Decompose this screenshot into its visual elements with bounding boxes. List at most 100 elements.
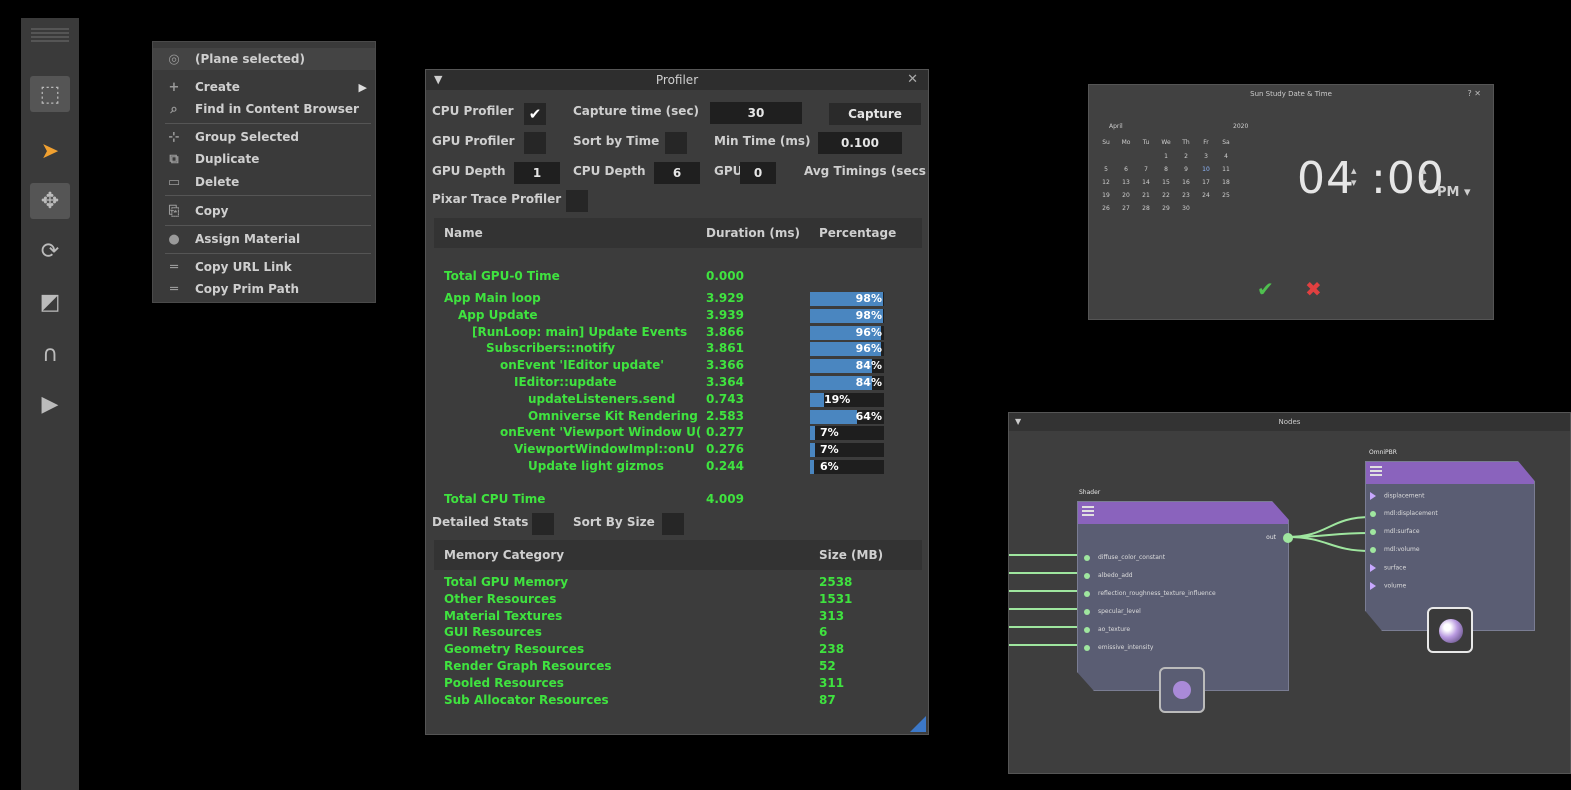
help-close-icons[interactable]: ? ✕ xyxy=(1468,85,1482,103)
calendar-day[interactable]: 30 xyxy=(1177,205,1195,212)
toolbar-grip[interactable] xyxy=(31,28,69,42)
pin-socket-icon[interactable] xyxy=(1370,528,1376,535)
omnipbr-input-pin[interactable]: mdl:surface xyxy=(1370,528,1420,535)
calendar-day[interactable]: 21 xyxy=(1137,192,1155,199)
menu-item-assign-material[interactable]: ● Assign Material xyxy=(153,228,375,250)
shader-input-pin[interactable]: emissive_intensity xyxy=(1084,644,1153,651)
hour-spin-up-icon[interactable]: ▴ xyxy=(1351,165,1357,176)
omnipbr-input-pin[interactable]: volume xyxy=(1370,582,1406,590)
gpu-depth-field[interactable]: 1 xyxy=(514,162,560,184)
omnipbr-node[interactable]: displacement mdl:displacement mdl:surface m… xyxy=(1365,461,1535,631)
snap-magnet-icon[interactable]: ∩ xyxy=(30,336,70,372)
pin-socket-icon[interactable] xyxy=(1084,608,1090,615)
pin-socket-icon[interactable] xyxy=(1370,510,1376,517)
shader-node[interactable]: out diffuse_color_constant albedo_addrefl… xyxy=(1077,501,1289,691)
calendar-day[interactable]: 20 xyxy=(1117,192,1135,199)
pin-socket-icon[interactable] xyxy=(1370,564,1376,572)
pin-socket-icon[interactable] xyxy=(1084,626,1090,633)
calendar-day[interactable]: 8 xyxy=(1157,166,1175,173)
calendar-day[interactable]: 27 xyxy=(1117,205,1135,212)
shader-out-pin[interactable]: out xyxy=(1266,534,1276,541)
pin-socket-icon[interactable] xyxy=(1370,492,1376,500)
minute-spin-down-icon[interactable]: ▾ xyxy=(1421,177,1427,188)
omnipbr-input-pin[interactable]: mdl:displacement xyxy=(1370,510,1438,517)
cpu-profiler-checkbox[interactable]: ✔ xyxy=(524,103,546,125)
resize-handle[interactable] xyxy=(910,716,926,732)
sort-by-time-checkbox[interactable] xyxy=(665,132,687,154)
menu-item-copy[interactable]: ⎘ Copy xyxy=(153,200,375,222)
calendar-year[interactable]: 2020 xyxy=(1233,123,1248,130)
detailed-stats-checkbox[interactable] xyxy=(532,513,554,535)
calendar-day[interactable]: 7 xyxy=(1137,166,1155,173)
calendar-day[interactable]: 18 xyxy=(1217,179,1235,186)
ampm-dropdown[interactable]: PM ▾ xyxy=(1437,185,1471,200)
hour-value[interactable]: 04 xyxy=(1297,153,1355,204)
pin-socket-icon[interactable] xyxy=(1370,546,1376,553)
calendar-day[interactable]: 22 xyxy=(1157,192,1175,199)
scale-icon[interactable]: ◩ xyxy=(30,284,70,320)
gpu-profiler-checkbox[interactable] xyxy=(524,132,546,154)
play-icon[interactable]: ▶ xyxy=(30,386,70,422)
calendar-day[interactable]: 19 xyxy=(1097,192,1115,199)
pixar-trace-profiler-checkbox[interactable] xyxy=(566,190,588,212)
node-menu-icon[interactable] xyxy=(1082,506,1094,518)
calendar-day[interactable]: 24 xyxy=(1197,192,1215,199)
calendar-day[interactable]: 4 xyxy=(1217,153,1235,160)
calendar-day[interactable]: 6 xyxy=(1117,166,1135,173)
omnipbr-node-header[interactable] xyxy=(1366,462,1534,484)
gpu-index-field[interactable]: 0 xyxy=(740,162,776,184)
shader-out-socket[interactable] xyxy=(1283,533,1293,543)
shader-input-pin[interactable]: reflection_roughness_texture_influence xyxy=(1084,590,1216,597)
calendar-day[interactable]: 13 xyxy=(1117,179,1135,186)
shader-node-header[interactable] xyxy=(1078,502,1288,524)
pin-socket-icon[interactable] xyxy=(1084,644,1090,651)
calendar-day[interactable]: 25 xyxy=(1217,192,1235,199)
pin-socket-icon[interactable] xyxy=(1370,582,1376,590)
move-icon[interactable]: ✥ xyxy=(30,183,70,219)
calendar-day[interactable]: 15 xyxy=(1157,179,1175,186)
calendar-month[interactable]: April xyxy=(1109,123,1123,130)
hour-spin-down-icon[interactable]: ▾ xyxy=(1351,177,1357,188)
close-icon[interactable]: ✕ xyxy=(907,70,918,90)
sort-by-size-checkbox[interactable] xyxy=(662,513,684,535)
calendar-day[interactable]: 17 xyxy=(1197,179,1215,186)
calendar-day[interactable]: 1 xyxy=(1157,153,1175,160)
calendar-day[interactable]: 10 xyxy=(1197,166,1215,173)
node-menu-icon[interactable] xyxy=(1370,466,1382,478)
menu-item-group-selected[interactable]: ⊹ Group Selected xyxy=(153,126,375,148)
menu-item-copy-prim-path[interactable]: ═ Copy Prim Path xyxy=(153,278,375,300)
omnipbr-input-pin[interactable]: mdl:volume xyxy=(1370,546,1420,553)
shader-input-pin[interactable]: albedo_add xyxy=(1084,572,1133,579)
confirm-check-icon[interactable]: ✔ xyxy=(1257,277,1274,301)
menu-item-create[interactable]: + Create ▶ xyxy=(153,76,375,98)
shader-input-pin[interactable]: diffuse_color_constant xyxy=(1084,554,1165,561)
cancel-x-icon[interactable]: ✖ xyxy=(1305,277,1322,301)
calendar-day[interactable]: 16 xyxy=(1177,179,1195,186)
calendar-day[interactable]: 5 xyxy=(1097,166,1115,173)
calendar-day[interactable]: 3 xyxy=(1197,153,1215,160)
profiler-title-bar[interactable]: ▼ Profiler ✕ xyxy=(426,70,928,90)
calendar-day[interactable]: 2 xyxy=(1177,153,1195,160)
calendar-day[interactable]: 23 xyxy=(1177,192,1195,199)
sun-study-title[interactable]: Sun Study Date & Time xyxy=(1089,85,1493,103)
capture-time-field[interactable]: 30 xyxy=(710,102,802,124)
menu-item-copy-url-link[interactable]: ═ Copy URL Link xyxy=(153,256,375,278)
rotate-icon[interactable]: ⟳ xyxy=(30,233,70,269)
shader-input-pin[interactable]: specular_level xyxy=(1084,608,1141,615)
select-target-icon[interactable]: ⬚ xyxy=(30,76,70,112)
cpu-depth-field[interactable]: 6 xyxy=(654,162,700,184)
calendar-day[interactable]: 14 xyxy=(1137,179,1155,186)
calendar-day[interactable]: 9 xyxy=(1177,166,1195,173)
calendar-day[interactable]: 12 xyxy=(1097,179,1115,186)
menu-item-duplicate[interactable]: ⧉ Duplicate xyxy=(153,148,375,170)
pin-socket-icon[interactable] xyxy=(1084,554,1090,561)
omnipbr-input-pin[interactable]: surface xyxy=(1370,564,1406,572)
menu-item-delete[interactable]: ▭ Delete xyxy=(153,171,375,193)
menu-item-find-in-content-browser[interactable]: ⌕ Find in Content Browser xyxy=(153,98,375,120)
calendar-day[interactable]: 28 xyxy=(1137,205,1155,212)
cursor-arrow-icon[interactable]: ➤ xyxy=(30,133,70,169)
pin-socket-icon[interactable] xyxy=(1084,572,1090,579)
omnipbr-input-pin[interactable]: displacement xyxy=(1370,492,1424,500)
calendar-day[interactable]: 29 xyxy=(1157,205,1175,212)
minute-spin-up-icon[interactable]: ▴ xyxy=(1421,165,1427,176)
